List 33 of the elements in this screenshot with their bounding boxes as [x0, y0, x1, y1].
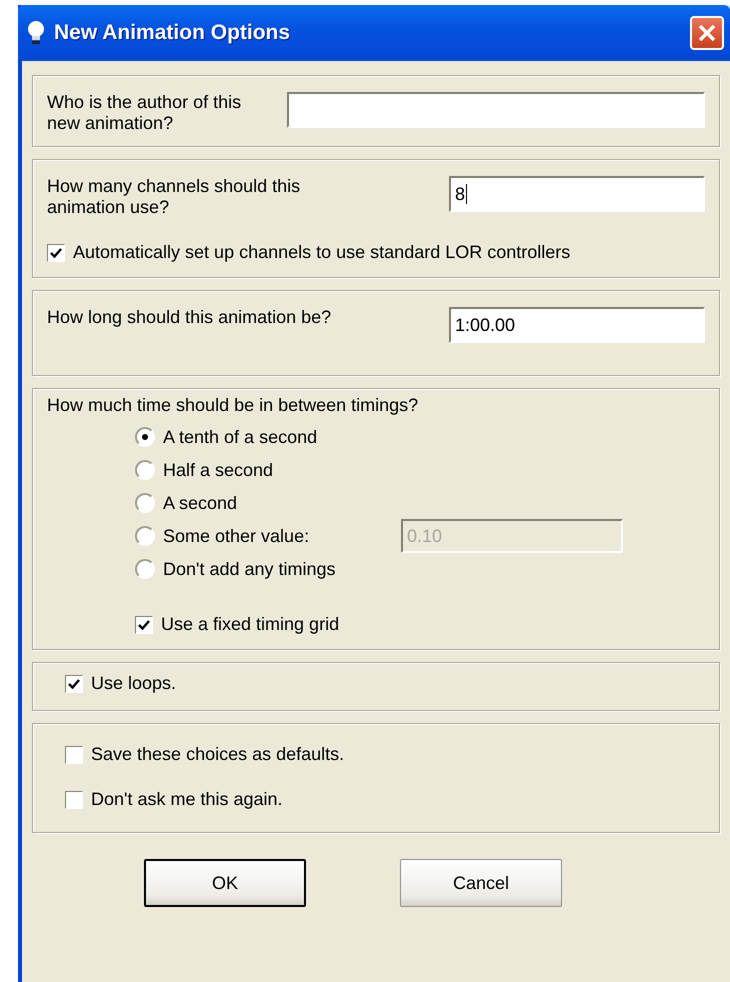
radio-button[interactable] — [135, 460, 155, 480]
checkbox[interactable] — [47, 244, 65, 262]
dialog-button[interactable]: Cancel — [400, 859, 562, 907]
fixed-grid-label: Use a fixed timing grid — [161, 614, 340, 635]
lightbulb-icon — [26, 20, 46, 46]
loops-label: Use loops. — [91, 673, 176, 694]
radio-button[interactable] — [135, 493, 155, 513]
checkbox[interactable] — [65, 790, 83, 808]
timing-option-label[interactable]: A second — [163, 492, 238, 514]
timing-option-label[interactable]: Some other value: — [163, 526, 393, 546]
radio-button[interactable] — [135, 427, 155, 447]
author-input[interactable] — [287, 92, 705, 128]
timing-label: How much time should be in between timings? — [47, 395, 420, 416]
length-input[interactable]: 1:00.00 — [449, 307, 705, 343]
auto-setup-label: Automatically set up channels to use standard LOR controllers — [73, 242, 570, 263]
checkbox[interactable] — [65, 746, 83, 764]
preference-label: Save these choices as defaults. — [91, 744, 344, 765]
checkbox[interactable] — [65, 674, 83, 692]
channels-input[interactable]: 8 — [449, 176, 705, 212]
checkbox[interactable] — [135, 616, 153, 634]
radio-button[interactable] — [135, 526, 155, 546]
author-label: Who is the author of this new animation? — [47, 92, 242, 134]
close-icon — [697, 23, 717, 43]
channels-label: How many channels should this animation use? — [47, 176, 302, 218]
timing-option-label[interactable]: Don't add any timings — [163, 558, 336, 580]
preference-label: Don't ask me this again. — [91, 789, 283, 810]
radio-button[interactable] — [135, 559, 155, 579]
length-label: How long should this animation be? — [47, 307, 332, 328]
dialog-button[interactable]: OK — [144, 859, 306, 907]
close-button[interactable] — [690, 16, 724, 50]
window-title: New Animation Options — [54, 21, 292, 45]
timing-option-label[interactable]: A tenth of a second — [163, 426, 318, 448]
timing-option-label[interactable]: Half a second — [163, 460, 274, 480]
